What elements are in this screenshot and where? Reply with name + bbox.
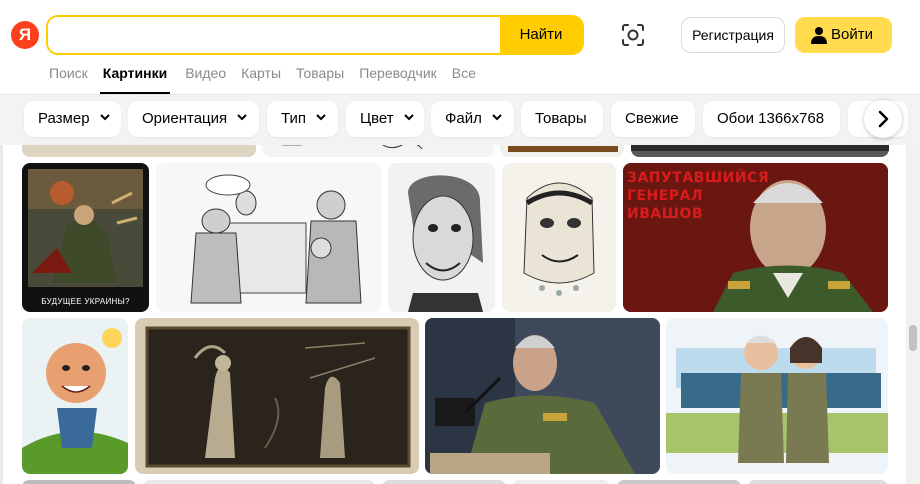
tab-search[interactable]: Поиск	[40, 64, 94, 94]
filter-file-label: Файл	[445, 110, 482, 127]
image-result[interactable]	[382, 480, 506, 484]
filter-wallpapers[interactable]: Обои 1366x768	[703, 101, 840, 137]
general-caption: ЗАПУТАВШИЙСЯ ГЕНЕРАЛ ИВАШОВ	[627, 169, 769, 223]
caricature-brezhnev	[523, 182, 595, 296]
caption-line: ЗАПУТАВШИЙСЯ	[627, 170, 770, 186]
tab-images[interactable]: Картинки	[99, 64, 171, 94]
tab-translator[interactable]: Переводчик	[350, 64, 443, 94]
filters-next-button[interactable]	[864, 100, 902, 138]
image-result[interactable]	[22, 145, 256, 157]
caricature-sketch	[190, 174, 362, 304]
page-scrollbar[interactable]	[906, 95, 920, 484]
image-result[interactable]	[631, 145, 889, 157]
image-result-caricature[interactable]	[156, 163, 381, 312]
search-box: Найти	[46, 15, 584, 55]
cartoon-couple	[666, 318, 888, 474]
filter-color-label: Цвет	[360, 110, 394, 127]
image-result[interactable]	[748, 480, 888, 484]
chevron-down-icon	[316, 114, 326, 121]
caption-line: ГЕНЕРАЛ	[627, 188, 703, 204]
image-results-grid: БУДУЩЕЕ УКРАИНЫ? ЗАПУТАВШИЙСЯ ГЕНЕРАЛ ИВ…	[0, 145, 920, 484]
image-result[interactable]	[143, 480, 375, 484]
filter-orientation[interactable]: Ориентация	[128, 101, 259, 137]
image-result-cartoon-couple[interactable]	[666, 318, 888, 474]
image-result-etching[interactable]	[135, 318, 419, 474]
filter-size-label: Размер	[38, 110, 90, 127]
caricature-face	[408, 175, 483, 312]
login-button[interactable]: Войти	[795, 17, 892, 53]
etching-artwork	[145, 326, 411, 468]
image-result[interactable]	[500, 145, 624, 157]
filter-products[interactable]: Товары	[521, 101, 603, 137]
yandex-images-page: Я Найти Регистрация Войти Поиск Картинки…	[0, 0, 920, 484]
filter-type-label: Тип	[281, 110, 307, 127]
chevron-down-icon	[100, 114, 110, 121]
image-result-caricature[interactable]	[388, 163, 495, 312]
tab-maps[interactable]: Карты	[232, 64, 287, 94]
cartoon-man	[22, 328, 128, 474]
tab-video[interactable]: Видео	[176, 64, 232, 94]
search-button[interactable]: Найти	[500, 17, 582, 53]
image-result-photo[interactable]	[425, 318, 660, 474]
filter-color[interactable]: Цвет	[346, 101, 424, 137]
image-result[interactable]	[22, 480, 136, 484]
user-icon	[811, 27, 827, 44]
general-photo	[425, 318, 660, 474]
filter-wallpapers-label: Обои 1366x768	[717, 110, 825, 127]
filter-fresh-label: Свежие	[625, 110, 679, 127]
header: Я Найти Регистрация Войти Поиск Картинки…	[0, 0, 920, 95]
chevron-down-icon	[492, 114, 502, 121]
search-input[interactable]	[48, 17, 502, 53]
yandex-logo-icon[interactable]: Я	[11, 21, 39, 49]
image-result-general[interactable]: ЗАПУТАВШИЙСЯ ГЕНЕРАЛ ИВАШОВ	[623, 163, 888, 312]
filter-orientation-label: Ориентация	[142, 110, 228, 127]
camera-lens-icon[interactable]	[620, 22, 646, 48]
chevron-down-icon	[404, 114, 414, 121]
tab-products[interactable]: Товары	[287, 64, 350, 94]
chevron-down-icon	[237, 114, 248, 121]
register-button[interactable]: Регистрация	[681, 17, 785, 53]
image-result-caricature[interactable]	[502, 163, 616, 312]
caption-line: ИВАШОВ	[627, 206, 704, 222]
filter-bar: Размер Ориентация Тип Цвет Файл Товары С…	[0, 95, 920, 145]
filter-products-label: Товары	[535, 110, 587, 127]
search-tabs: Поиск Картинки Видео Карты Товары Перево…	[40, 64, 482, 94]
login-label: Войти	[831, 26, 873, 43]
scrollbar-thumb[interactable]	[909, 325, 917, 351]
filter-size[interactable]: Размер	[24, 101, 121, 137]
poster-caption: БУДУЩЕЕ УКРАИНЫ?	[41, 297, 130, 306]
sketch-strip	[282, 145, 423, 150]
chevron-right-icon	[878, 110, 889, 128]
tab-all[interactable]: Все	[443, 64, 482, 94]
image-result[interactable]	[617, 480, 741, 484]
filter-type[interactable]: Тип	[267, 101, 338, 137]
image-result-cartoon[interactable]	[22, 318, 128, 474]
filter-file[interactable]: Файл	[431, 101, 514, 137]
filter-fresh[interactable]: Свежие	[611, 101, 695, 137]
image-result[interactable]	[512, 480, 610, 484]
image-result-poster[interactable]: БУДУЩЕЕ УКРАИНЫ?	[22, 163, 149, 312]
image-result[interactable]	[262, 145, 494, 157]
war-poster-art	[28, 169, 143, 287]
